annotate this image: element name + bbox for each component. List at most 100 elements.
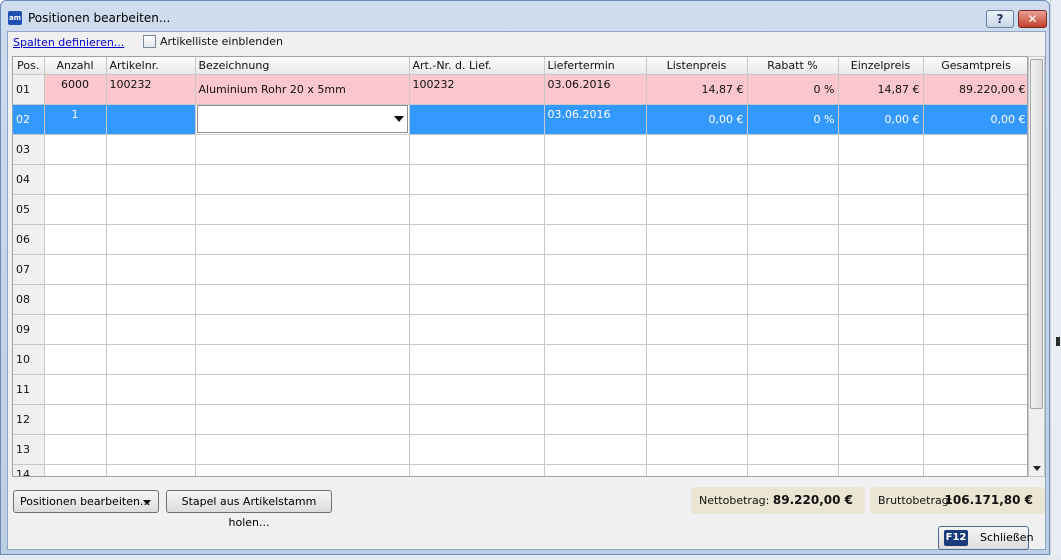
table-row[interactable]: 01 6000 100232 Aluminium Rohr 20 x 5mm 1… — [13, 74, 1027, 105]
show-article-list-toggle[interactable]: Artikelliste einblenden — [143, 35, 283, 48]
cell-bezeichnung[interactable]: Aluminium Rohr 20 x 5mm — [195, 74, 410, 105]
cell-art-lief[interactable] — [409, 164, 545, 195]
help-button[interactable]: ? — [986, 10, 1014, 28]
cell-gesamtpreis[interactable] — [923, 344, 1027, 375]
cell-liefertermin[interactable]: 03.06.2016 — [544, 104, 647, 135]
cell-anzahl[interactable] — [44, 164, 107, 195]
cell-anzahl[interactable]: 6000 — [44, 74, 107, 105]
positions-menu-button[interactable]: Positionen bearbeiten... — [13, 490, 159, 513]
cell-einzelpreis[interactable] — [838, 284, 924, 315]
cell-einzelpreis[interactable] — [838, 464, 924, 476]
cell-gesamtpreis[interactable] — [923, 134, 1027, 165]
cell-pos[interactable]: 08 — [13, 284, 45, 315]
cell-anzahl[interactable] — [44, 134, 107, 165]
column-header-artikelnr[interactable]: Artikelnr. — [106, 57, 196, 75]
cell-einzelpreis[interactable] — [838, 434, 924, 465]
cell-anzahl[interactable] — [44, 434, 107, 465]
column-header-anzahl[interactable]: Anzahl — [44, 57, 107, 75]
cell-einzelpreis[interactable] — [838, 254, 924, 285]
cell-art-lief[interactable] — [409, 314, 545, 345]
cell-anzahl[interactable] — [44, 284, 107, 315]
cell-art-lief[interactable] — [409, 404, 545, 435]
cell-art-lief[interactable] — [409, 434, 545, 465]
table-row[interactable]: 10 — [13, 344, 1027, 375]
table-row[interactable]: 11 — [13, 374, 1027, 405]
cell-liefertermin[interactable] — [544, 464, 647, 476]
define-columns-link[interactable]: Spalten definieren... — [13, 36, 124, 49]
cell-bezeichnung[interactable] — [195, 464, 410, 476]
column-header-listenpreis[interactable]: Listenpreis — [646, 57, 748, 75]
cell-pos[interactable]: 06 — [13, 224, 45, 255]
cell-gesamtpreis[interactable] — [923, 314, 1027, 345]
cell-pos[interactable]: 07 — [13, 254, 45, 285]
cell-anzahl[interactable] — [44, 344, 107, 375]
cell-artikelnr[interactable] — [106, 284, 196, 315]
cell-bezeichnung[interactable] — [195, 344, 410, 375]
cell-artikelnr[interactable] — [106, 404, 196, 435]
scroll-down-arrow-icon[interactable] — [1033, 466, 1041, 471]
cell-einzelpreis[interactable] — [838, 404, 924, 435]
cell-bezeichnung[interactable] — [195, 374, 410, 405]
cell-listenpreis[interactable] — [646, 404, 748, 435]
cell-listenpreis[interactable] — [646, 134, 748, 165]
cell-einzelpreis[interactable] — [838, 374, 924, 405]
cell-anzahl[interactable]: 1 — [44, 104, 107, 135]
cell-artikelnr[interactable] — [106, 344, 196, 375]
cell-artikelnr[interactable] — [106, 104, 196, 135]
bezeichnung-combobox[interactable] — [196, 105, 408, 133]
cell-liefertermin[interactable] — [544, 374, 647, 405]
cell-liefertermin[interactable]: 03.06.2016 — [544, 74, 647, 105]
cell-pos[interactable]: 03 — [13, 134, 45, 165]
cell-bezeichnung[interactable] — [195, 404, 410, 435]
table-row-selected[interactable]: 02 1 03.06.2016 0,00 € 0 % 0,00 € 0,00 € — [13, 104, 1027, 135]
cell-bezeichnung[interactable] — [195, 254, 410, 285]
cell-gesamtpreis[interactable] — [923, 194, 1027, 225]
cell-einzelpreis[interactable] — [838, 164, 924, 195]
cell-bezeichnung[interactable] — [195, 194, 410, 225]
cell-artikelnr[interactable] — [106, 164, 196, 195]
cell-gesamtpreis[interactable] — [923, 464, 1027, 476]
cell-bezeichnung[interactable] — [195, 284, 410, 315]
cell-pos[interactable]: 04 — [13, 164, 45, 195]
cell-einzelpreis[interactable]: 14,87 € — [838, 74, 924, 105]
table-row[interactable]: 14 — [13, 464, 1027, 476]
cell-rabatt[interactable] — [747, 224, 839, 255]
cell-pos[interactable]: 02 — [13, 104, 45, 135]
cell-liefertermin[interactable] — [544, 224, 647, 255]
cell-artikelnr[interactable] — [106, 224, 196, 255]
cell-listenpreis[interactable] — [646, 224, 748, 255]
cell-gesamtpreis[interactable] — [923, 434, 1027, 465]
cell-art-lief[interactable] — [409, 464, 545, 476]
column-header-rabatt[interactable]: Rabatt % — [747, 57, 839, 75]
cell-pos[interactable]: 01 — [13, 74, 45, 105]
cell-liefertermin[interactable] — [544, 134, 647, 165]
cell-artikelnr[interactable] — [106, 314, 196, 345]
cell-art-lief[interactable] — [409, 344, 545, 375]
cell-listenpreis[interactable] — [646, 284, 748, 315]
cell-liefertermin[interactable] — [544, 314, 647, 345]
cell-pos[interactable]: 05 — [13, 194, 45, 225]
cell-listenpreis[interactable] — [646, 194, 748, 225]
cell-pos[interactable]: 11 — [13, 374, 45, 405]
cell-anzahl[interactable] — [44, 224, 107, 255]
cell-bezeichnung-editor[interactable] — [195, 104, 410, 135]
cell-listenpreis[interactable] — [646, 434, 748, 465]
cell-bezeichnung[interactable] — [195, 434, 410, 465]
cell-art-lief[interactable] — [409, 254, 545, 285]
close-dialog-button[interactable]: F12 Schließen — [938, 526, 1034, 550]
cell-bezeichnung[interactable] — [195, 224, 410, 255]
table-row[interactable]: 05 — [13, 194, 1027, 225]
cell-listenpreis[interactable] — [646, 164, 748, 195]
cell-artikelnr[interactable] — [106, 434, 196, 465]
cell-rabatt[interactable] — [747, 464, 839, 476]
cell-rabatt[interactable] — [747, 164, 839, 195]
cell-art-lief[interactable] — [409, 284, 545, 315]
cell-rabatt[interactable] — [747, 284, 839, 315]
cell-listenpreis[interactable] — [646, 374, 748, 405]
cell-gesamtpreis[interactable] — [923, 254, 1027, 285]
cell-rabatt[interactable] — [747, 404, 839, 435]
cell-bezeichnung[interactable] — [195, 164, 410, 195]
cell-artikelnr[interactable] — [106, 374, 196, 405]
cell-rabatt[interactable] — [747, 194, 839, 225]
column-header-bezeichnung[interactable]: Bezeichnung — [195, 57, 410, 75]
